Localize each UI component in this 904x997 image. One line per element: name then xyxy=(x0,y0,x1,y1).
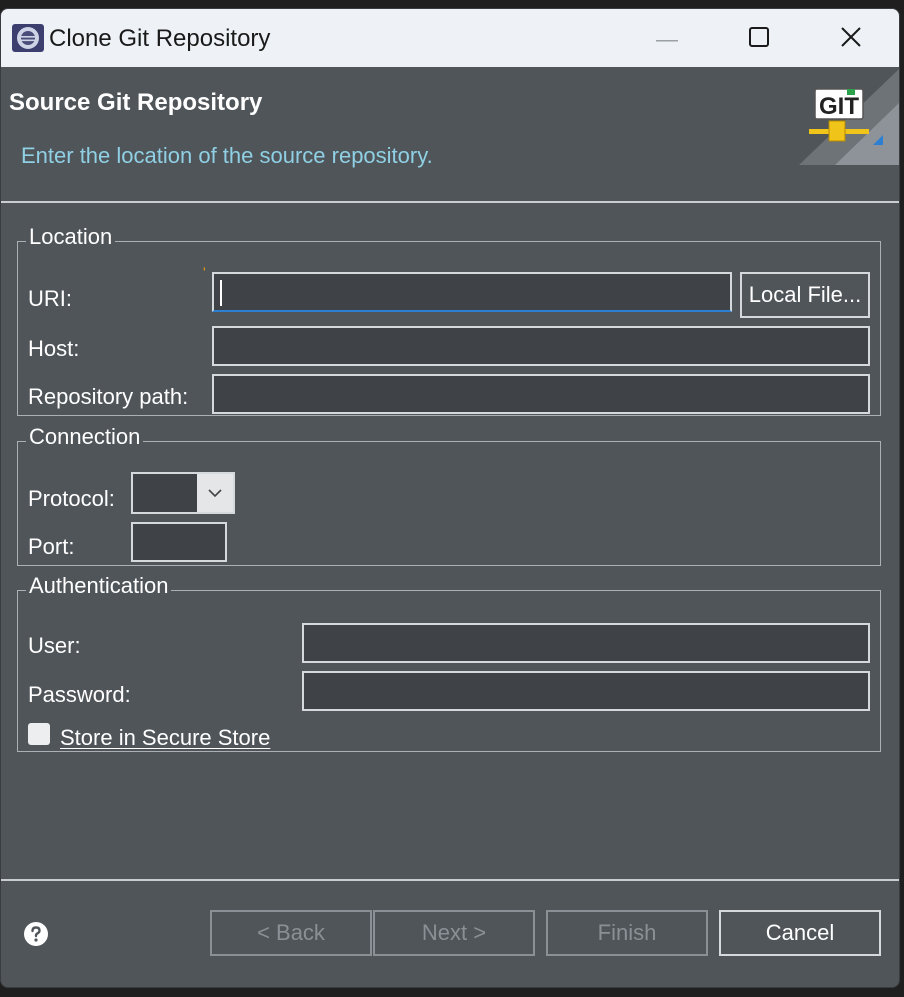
required-indicator: ' xyxy=(203,264,206,280)
location-group: Location URI: ' Local File... Host: Repo… xyxy=(17,224,881,416)
user-input[interactable] xyxy=(302,623,870,663)
close-button[interactable] xyxy=(821,17,881,61)
uri-label: URI: xyxy=(28,286,72,311)
authentication-group: Authentication User: Password: Store in … xyxy=(17,573,881,752)
uri-input[interactable] xyxy=(212,272,732,312)
local-file-button[interactable]: Local File... xyxy=(740,272,870,318)
repository-path-label: Repository path: xyxy=(28,384,189,409)
maximize-icon xyxy=(749,26,769,52)
next-button[interactable]: Next > xyxy=(373,910,535,956)
cancel-button[interactable]: Cancel xyxy=(719,910,881,956)
text-cursor xyxy=(220,280,222,306)
wizard-header: Source Git Repository Enter the location… xyxy=(1,67,899,201)
minimize-icon xyxy=(656,30,678,48)
store-secure-label[interactable]: Store in Secure Store xyxy=(60,725,270,751)
host-input[interactable] xyxy=(212,326,870,366)
back-button[interactable]: < Back xyxy=(210,910,372,956)
footer-separator xyxy=(1,879,899,881)
chevron-down-icon xyxy=(197,474,233,512)
password-input[interactable] xyxy=(302,671,870,711)
title-bar: Clone Git Repository xyxy=(1,9,899,67)
clone-git-repository-dialog: Clone Git Repository Source Git Reposito… xyxy=(0,8,900,988)
git-banner-text: GIT xyxy=(819,93,859,120)
finish-button[interactable]: Finish xyxy=(546,910,708,956)
page-title: Source Git Repository xyxy=(9,89,263,116)
repository-path-input[interactable] xyxy=(212,374,870,414)
host-label: Host: xyxy=(28,336,80,361)
connection-legend: Connection xyxy=(26,424,144,450)
close-icon xyxy=(840,26,862,53)
protocol-label: Protocol: xyxy=(28,486,115,511)
store-secure-checkbox[interactable] xyxy=(28,723,50,745)
header-separator xyxy=(1,201,899,203)
user-label: User: xyxy=(28,633,81,658)
eclipse-app-icon xyxy=(11,23,45,53)
authentication-legend: Authentication xyxy=(26,573,172,599)
connection-group: Connection Protocol: Port: xyxy=(17,424,881,566)
password-label: Password: xyxy=(28,682,131,707)
help-icon[interactable] xyxy=(23,921,49,947)
window-title: Clone Git Repository xyxy=(49,25,271,52)
page-description: Enter the location of the source reposit… xyxy=(21,143,433,168)
git-banner-icon: GIT xyxy=(799,69,899,165)
location-legend: Location xyxy=(26,224,116,250)
protocol-select[interactable] xyxy=(131,472,235,514)
port-input[interactable] xyxy=(131,522,227,562)
maximize-button[interactable] xyxy=(729,17,789,61)
minimize-button[interactable] xyxy=(637,17,697,61)
port-label: Port: xyxy=(28,534,75,559)
